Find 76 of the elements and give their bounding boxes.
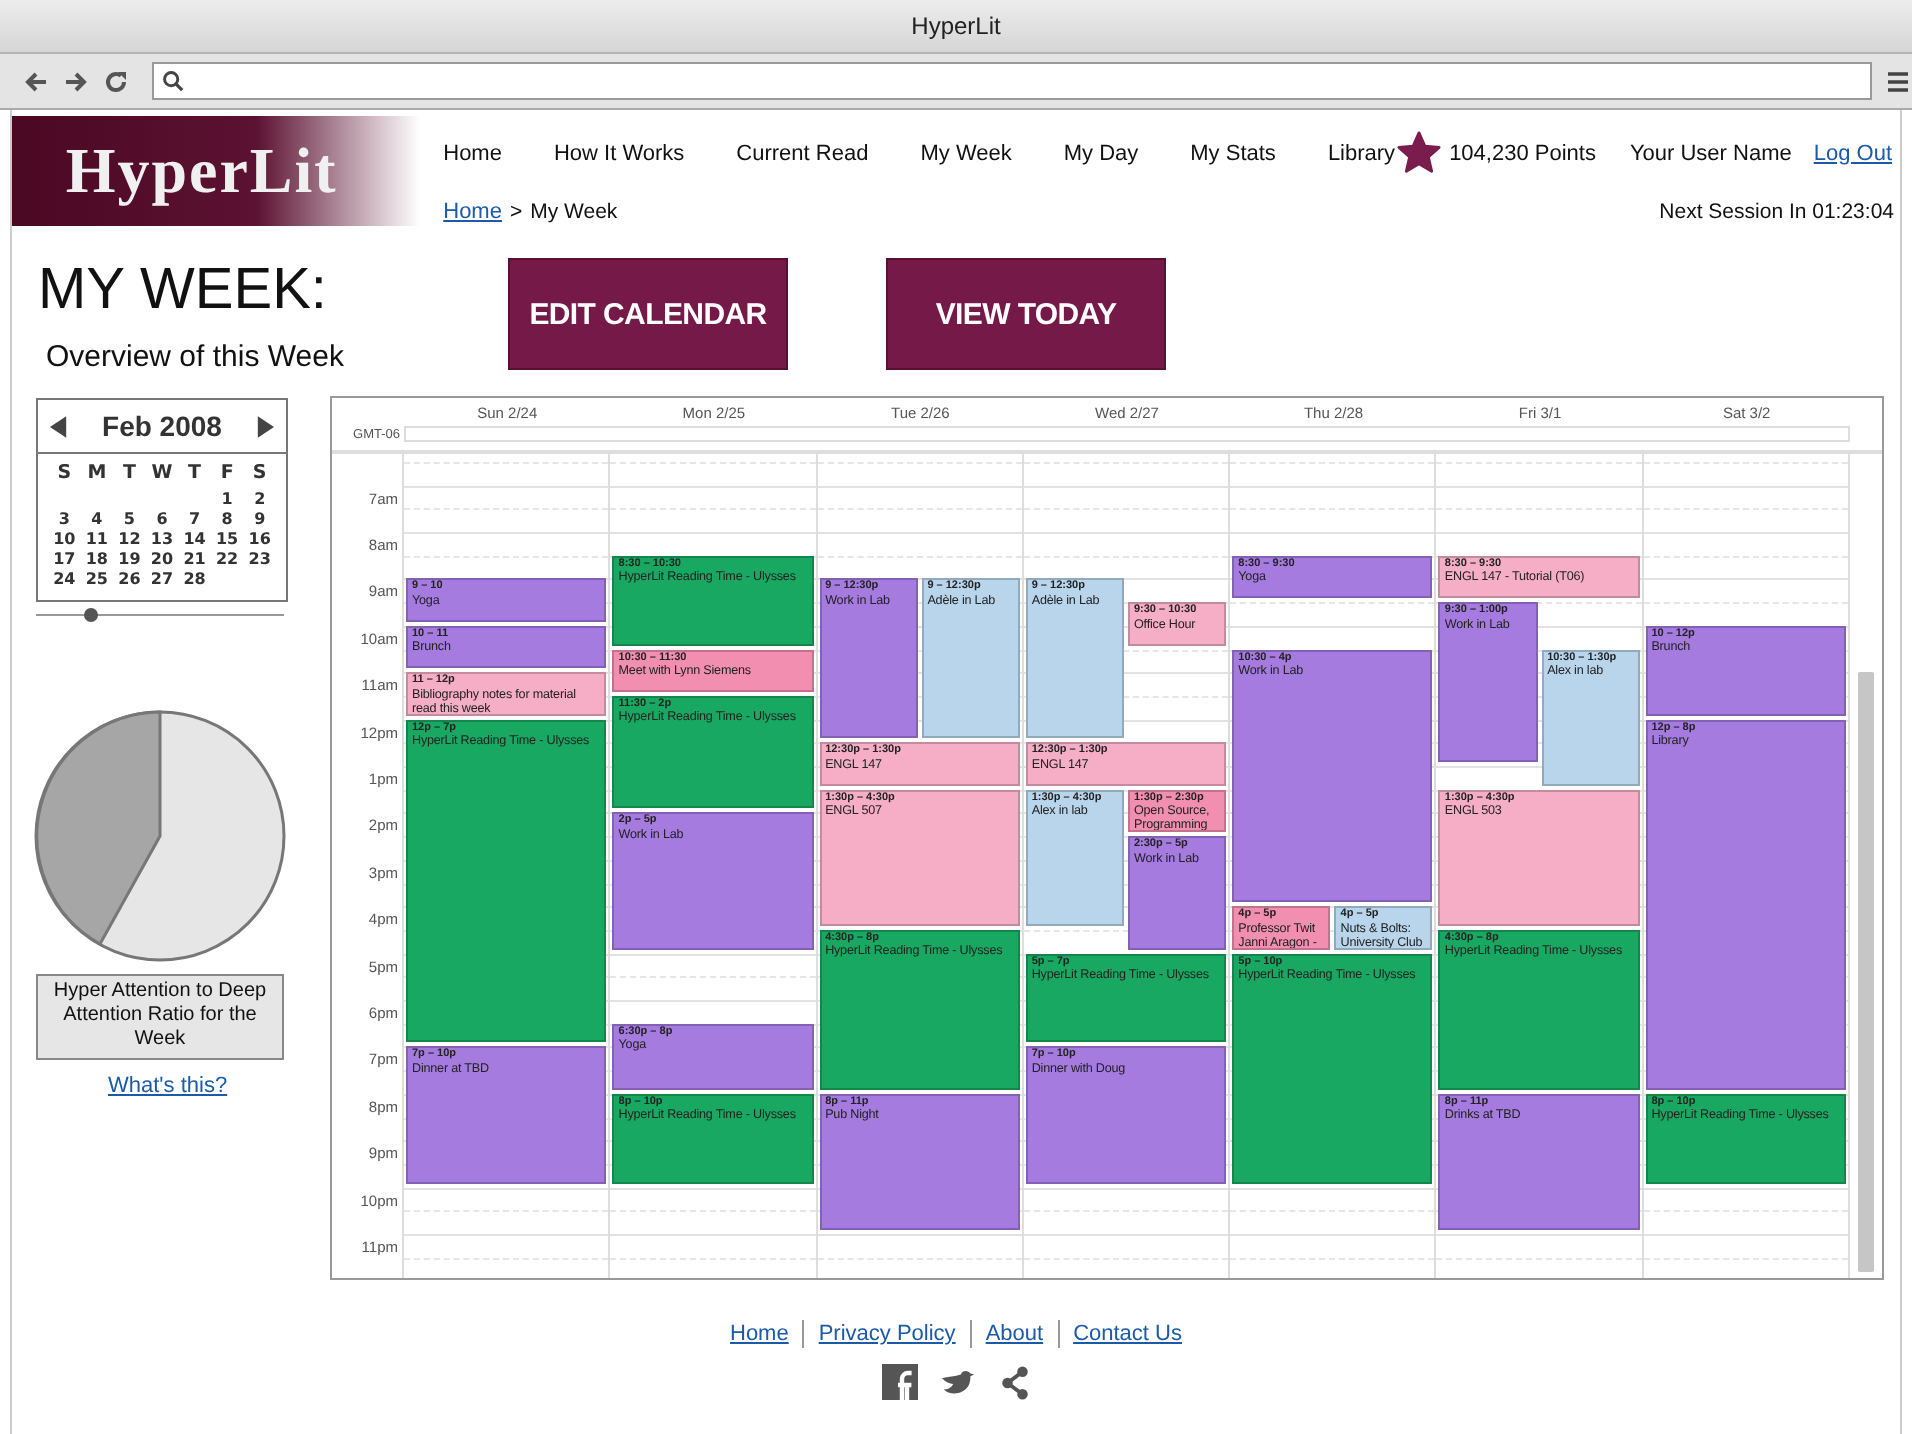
scrollbar[interactable] <box>1857 672 1874 1272</box>
back-icon[interactable] <box>24 69 48 93</box>
day-number[interactable]: 11 <box>80 530 114 548</box>
slider-thumb[interactable] <box>84 608 99 622</box>
footer-link[interactable]: About <box>985 1322 1044 1346</box>
breadcrumb-current: My Week <box>530 200 618 224</box>
window-title: HyperLit <box>911 12 1001 40</box>
day-number[interactable]: 5 <box>113 510 146 528</box>
day-number[interactable]: 18 <box>80 550 114 568</box>
forward-icon[interactable] <box>64 69 88 93</box>
day-number[interactable]: 20 <box>145 550 179 568</box>
nav-link[interactable]: Library <box>1327 141 1396 165</box>
facebook-icon[interactable] <box>882 1364 918 1400</box>
day-number[interactable]: 19 <box>113 550 146 568</box>
nav-link[interactable]: My Week <box>920 141 1012 165</box>
day-number[interactable]: 8 <box>210 510 244 528</box>
address-field[interactable] <box>152 62 1872 100</box>
day-number[interactable]: 4 <box>80 510 114 528</box>
day-number[interactable]: 7 <box>178 510 211 528</box>
search-icon <box>162 70 184 92</box>
day-number[interactable]: 22 <box>210 550 244 568</box>
breadcrumb-link[interactable]: Home <box>443 200 502 224</box>
footer-link[interactable]: Home <box>730 1322 789 1346</box>
weekday-label: T <box>186 462 204 484</box>
day-number[interactable]: 3 <box>48 510 81 528</box>
bird-icon[interactable] <box>940 1368 978 1396</box>
star-icon <box>1395 130 1442 176</box>
month-title: Feb 2008 <box>102 410 222 442</box>
weekday-label: M <box>85 462 109 484</box>
nav-link[interactable]: How It Works <box>553 141 685 165</box>
page-subheading: Overview of this Week <box>46 340 346 374</box>
nav-link[interactable]: My Stats <box>1190 141 1276 165</box>
page-heading: MY WEEK: <box>38 256 329 324</box>
action-button[interactable]: VIEW TODAY <box>886 258 1166 370</box>
breadcrumb-separator: > <box>509 200 523 224</box>
day-number[interactable]: 17 <box>48 550 81 568</box>
weekday-label: F <box>218 462 236 484</box>
day-number[interactable]: 25 <box>80 570 114 588</box>
day-number[interactable]: 6 <box>145 510 179 528</box>
footer-link[interactable]: Contact Us <box>1073 1322 1182 1346</box>
logout-link[interactable]: Log Out <box>1813 141 1892 165</box>
next-month-icon[interactable] <box>256 415 274 437</box>
user-name: Your User Name <box>1629 141 1792 165</box>
day-number[interactable]: 27 <box>145 570 179 588</box>
nav-link[interactable]: Home <box>443 141 502 165</box>
weekday-label: W <box>149 462 175 484</box>
day-number[interactable]: 14 <box>178 530 211 548</box>
weekday-label: T <box>120 462 138 484</box>
logo[interactable]: HyperLit <box>12 116 420 226</box>
day-number[interactable]: 21 <box>178 550 211 568</box>
day-number[interactable]: 9 <box>243 510 276 528</box>
day-number[interactable]: 28 <box>178 570 211 588</box>
day-number[interactable]: 16 <box>243 530 276 548</box>
nav-link[interactable]: Current Read <box>736 141 869 165</box>
ratio-caption: Hyper Attention to Deep Attention Ratio for the Week <box>36 974 284 1060</box>
weekday-label: S <box>250 462 269 484</box>
day-number[interactable]: 1 <box>210 490 244 508</box>
day-number[interactable]: 13 <box>145 530 179 548</box>
reload-icon[interactable] <box>104 69 128 93</box>
weekday-label: S <box>55 462 74 484</box>
day-number[interactable]: 24 <box>48 570 81 588</box>
share-icon[interactable] <box>1000 1365 1030 1399</box>
day-number[interactable]: 15 <box>210 530 244 548</box>
menu-icon[interactable] <box>1888 69 1908 93</box>
day-number[interactable]: 12 <box>113 530 146 548</box>
day-number[interactable]: 10 <box>48 530 81 548</box>
action-button[interactable]: EDIT CALENDAR <box>508 258 788 370</box>
points-count: 104,230 Points <box>1449 141 1596 165</box>
next-session-timer: Next Session In 01:23:04 <box>1659 200 1894 224</box>
day-number[interactable]: 23 <box>243 550 276 568</box>
footer-link[interactable]: Privacy Policy <box>818 1322 956 1346</box>
day-number[interactable]: 26 <box>113 570 146 588</box>
day-number[interactable]: 2 <box>243 490 276 508</box>
nav-link[interactable]: My Day <box>1063 141 1139 165</box>
help-link[interactable]: What's this? <box>108 1074 228 1098</box>
previous-month-icon[interactable] <box>50 415 68 437</box>
